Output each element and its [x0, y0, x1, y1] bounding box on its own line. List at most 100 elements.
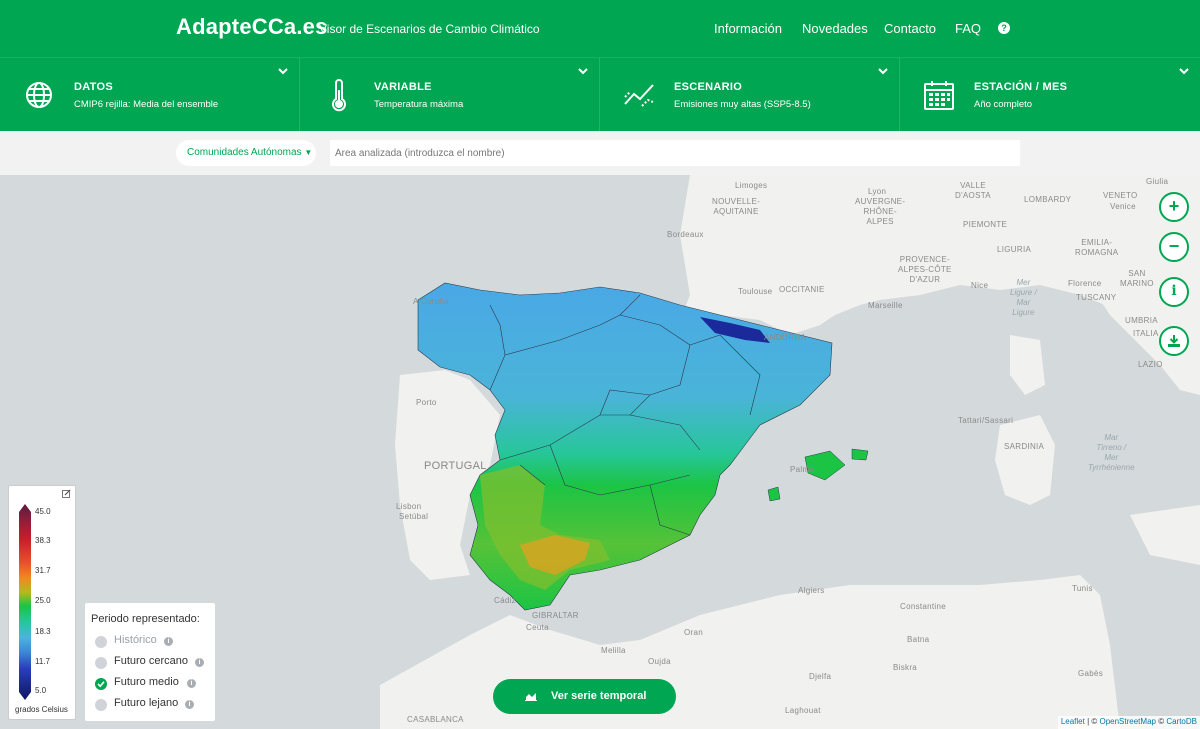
map-label: PIEMONTE — [963, 220, 1008, 229]
map-label: OCCITANIE — [779, 285, 825, 294]
legend-tick: 38.3 — [35, 536, 51, 545]
map-label: Venice — [1110, 202, 1136, 211]
help-icon[interactable]: ? — [998, 22, 1010, 34]
chevron-down-icon[interactable] — [877, 66, 889, 76]
map-label: AUVERGNE- RHÔNE- ALPES — [855, 197, 906, 226]
map-label: Biskra — [893, 663, 918, 672]
osm-link[interactable]: OpenStreetMap — [1099, 717, 1155, 726]
map-label: VALLE D'AOSTA — [955, 181, 991, 200]
search-row: Comunidades Autónomas ▼ — [0, 131, 1200, 175]
map-label: Oran — [684, 628, 703, 637]
legend-tick: 45.0 — [35, 507, 51, 516]
map-label: ANDORRA — [764, 333, 807, 342]
selector-datos[interactable]: DATOS CMIP6 rejilla: Media del ensemble — [0, 58, 300, 132]
map-label: Oujda — [648, 657, 671, 666]
map-label: Algiers — [798, 586, 825, 595]
map-label: SAN MARINO — [1120, 269, 1154, 288]
map-label: Cádiz — [494, 596, 516, 605]
map-label: Florence — [1068, 279, 1102, 288]
chevron-down-icon[interactable] — [1178, 66, 1190, 76]
selector-escenario[interactable]: ESCENARIO Emisiones muy altas (SSP5-8.5) — [600, 58, 900, 132]
checkmark-icon — [97, 681, 105, 688]
map-label: Djelfa — [809, 672, 832, 681]
legend-tick: 31.7 — [35, 566, 51, 575]
info-icon[interactable]: i — [187, 679, 196, 688]
radio-button[interactable] — [95, 699, 107, 711]
selector-value: Emisiones muy altas (SSP5-8.5) — [674, 99, 811, 110]
selector-title: ESCENARIO — [674, 81, 743, 93]
time-series-button[interactable]: Ver serie temporal — [493, 679, 676, 714]
top-bar: AdapteCCa.es Visor de Escenarios de Camb… — [0, 0, 1200, 57]
selector-value: Temperatura máxima — [374, 99, 464, 110]
map-label: TUSCANY — [1076, 293, 1117, 302]
region-type-select[interactable]: Comunidades Autónomas ▼ — [176, 140, 316, 166]
sicily-landmass — [1130, 505, 1200, 565]
map-label: Lyon — [868, 187, 887, 196]
chevron-down-icon[interactable] — [277, 66, 289, 76]
legend-colorbar — [19, 504, 31, 700]
info-icon[interactable]: i — [185, 700, 194, 709]
info-icon[interactable]: i — [195, 658, 204, 667]
selector-value: CMIP6 rejilla: Media del ensemble — [74, 99, 219, 110]
nav-contacto[interactable]: Contacto — [884, 21, 936, 36]
color-legend: 45.0 38.3 31.7 25.0 18.3 11.7 5.0 grados… — [8, 485, 76, 720]
nav-faq[interactable]: FAQ — [955, 21, 981, 36]
map-label: Porto — [416, 398, 437, 407]
map-label: Laghouat — [785, 706, 821, 715]
map-label: Toulouse — [738, 287, 773, 296]
radio-button[interactable] — [95, 657, 107, 669]
globe-icon — [26, 82, 52, 108]
map-label: EMILIA- ROMAGNA — [1075, 238, 1119, 257]
nav-informacion[interactable]: Información — [714, 21, 782, 36]
area-search-input[interactable] — [330, 140, 1020, 166]
selector-bar: DATOS CMIP6 rejilla: Media del ensemble … — [0, 57, 1200, 132]
period-option-label: Futuro lejano — [114, 697, 179, 709]
map-attribution: Leaflet | © OpenStreetMap © CartoDB — [1057, 716, 1200, 729]
period-panel: Periodo representado: Histórico i Futuro… — [85, 603, 215, 721]
map-label: Palma — [790, 465, 815, 474]
radio-button[interactable] — [95, 636, 107, 648]
selector-title: ESTACIÓN / MES — [974, 81, 1068, 93]
map-label: Gabès — [1078, 669, 1104, 678]
sea-label: Mer Ligure / Mar Ligure — [1010, 278, 1037, 317]
info-button[interactable]: i — [1159, 277, 1189, 307]
leaflet-link[interactable]: Leaflet — [1061, 717, 1085, 726]
map-label: LAZIO — [1138, 360, 1163, 369]
map-label: Ceuta — [526, 623, 549, 632]
map-label: UMBRIA — [1125, 316, 1158, 325]
info-icon[interactable]: i — [164, 637, 173, 646]
zoom-in-button[interactable]: + — [1159, 192, 1189, 222]
map-label: A Coruña — [413, 297, 449, 306]
period-title: Periodo representado: — [91, 613, 200, 625]
carto-link[interactable]: CartoDB — [1166, 717, 1197, 726]
time-series-label: Ver serie temporal — [551, 690, 647, 702]
selector-estacion-mes[interactable]: ESTACIÓN / MES Año completo — [900, 58, 1200, 132]
site-subtitle: Visor de Escenarios de Cambio Climático — [319, 22, 540, 36]
legend-tick: 11.7 — [35, 657, 50, 666]
map-label: Batna — [907, 635, 930, 644]
trend-chart-icon — [624, 84, 654, 107]
ibiza-island — [767, 486, 781, 502]
map-label: CASABLANCA — [407, 715, 464, 724]
selector-title: DATOS — [74, 81, 113, 93]
map-label: ITALIA — [1133, 329, 1159, 338]
region-type-label: Comunidades Autónomas — [187, 147, 302, 158]
nav-novedades[interactable]: Novedades — [802, 21, 868, 36]
selector-variable[interactable]: VARIABLE Temperatura máxima — [300, 58, 600, 132]
attribution-separator: © — [1155, 717, 1167, 726]
map-label: Limoges — [735, 181, 768, 190]
map-label: VENETO — [1103, 191, 1138, 200]
chevron-down-icon[interactable] — [577, 66, 589, 76]
map-label: PROVENCE- ALPES-CÔTE D'AZUR — [898, 255, 952, 284]
legend-tick: 5.0 — [35, 686, 47, 695]
brand-logo[interactable]: AdapteCCa.es — [176, 14, 328, 40]
selector-title: VARIABLE — [374, 81, 432, 93]
legend-tick: 18.3 — [35, 627, 51, 636]
sardinia-landmass — [995, 415, 1055, 505]
map-label: Lisbon — [396, 502, 422, 511]
download-button[interactable] — [1159, 326, 1189, 356]
edit-icon[interactable] — [62, 489, 71, 498]
map-label: Bordeaux — [667, 230, 704, 239]
zoom-out-button[interactable]: − — [1159, 232, 1189, 262]
radio-button-checked[interactable] — [95, 678, 107, 690]
